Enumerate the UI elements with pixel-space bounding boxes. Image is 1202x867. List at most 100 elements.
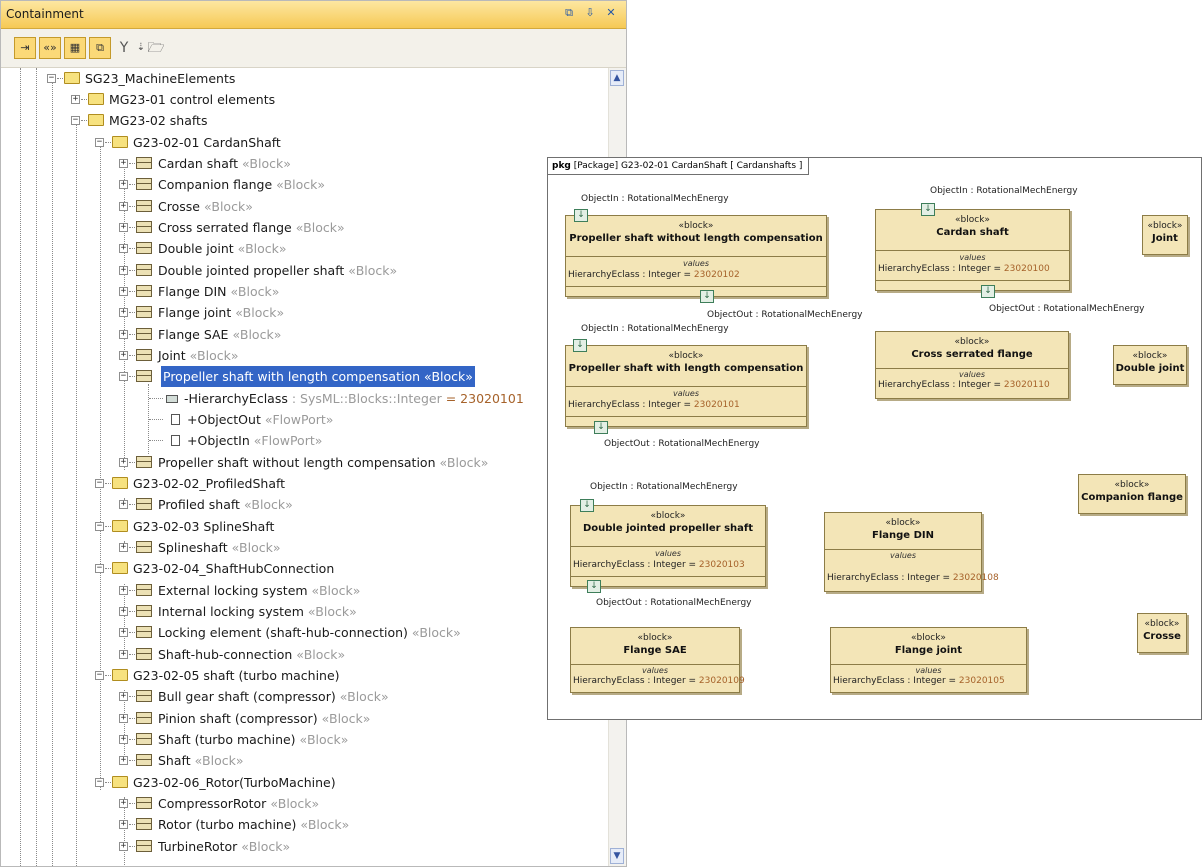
values-header: values <box>682 259 710 268</box>
expand-toggle-icon[interactable]: + <box>119 842 128 851</box>
tree-connector <box>129 718 135 719</box>
expand-toggle-icon[interactable]: + <box>119 244 128 253</box>
collapse-tree-icon[interactable]: «» <box>39 37 61 59</box>
scroll-down-icon[interactable]: ▼ <box>610 848 624 864</box>
expand-toggle-icon[interactable]: + <box>119 180 128 189</box>
port-label: ObjectIn : RotationalMechEnergy <box>590 482 738 492</box>
block-stereotype: «block» <box>1147 221 1183 231</box>
block-name: Companion flange <box>1081 492 1183 503</box>
block-flange-joint[interactable]: «block» Flange joint values HierarchyEcl… <box>830 627 1027 693</box>
collapse-toggle-icon[interactable]: − <box>95 479 104 488</box>
tree-guide-line <box>124 690 125 765</box>
browser-title-bar: Containment ⧉ ⇩ ✕ <box>1 1 626 29</box>
tree-label: Crosse <box>158 199 200 214</box>
value-property: HierarchyEclass : Integer = <box>573 676 699 686</box>
collapse-toggle-icon[interactable]: − <box>95 778 104 787</box>
tree-label: SG23_MachineElements <box>85 71 236 86</box>
pin-icon[interactable]: ⇩ <box>583 6 597 20</box>
block-flange-sae[interactable]: «block» Flange SAE values HierarchyEclas… <box>570 627 745 693</box>
value-property: HierarchyEclass : Integer = <box>878 380 1004 390</box>
block-definition-diagram[interactable]: pkg [Package] G23-02-01 CardanShaft [ Ca… <box>547 157 1202 720</box>
tree-connector <box>105 782 111 783</box>
expand-toggle-icon[interactable]: + <box>119 202 128 211</box>
flowport-in-icon[interactable]: ↓ <box>573 339 587 352</box>
tree-label: Bull gear shaft (compressor) <box>158 689 336 704</box>
collapse-toggle-icon[interactable]: − <box>95 564 104 573</box>
expand-toggle-icon[interactable]: + <box>119 500 128 509</box>
expand-toggle-icon[interactable]: + <box>119 799 128 808</box>
compartment-divider <box>566 386 806 387</box>
scroll-up-icon[interactable]: ▲ <box>610 70 624 86</box>
collapse-toggle-icon[interactable]: − <box>95 671 104 680</box>
value-number: 23020109 <box>698 676 745 686</box>
block-icon <box>136 221 152 233</box>
stereotype-label: «Block» <box>439 455 489 470</box>
expand-toggle-icon[interactable]: + <box>119 692 128 701</box>
flowport-out-icon[interactable]: ↓ <box>700 290 714 303</box>
open-folder-icon[interactable]: 🗁 <box>147 37 165 59</box>
collapse-toggle-icon[interactable]: − <box>47 74 56 83</box>
expand-toggle-icon[interactable]: + <box>119 330 128 339</box>
block-companion-flange[interactable]: «block» Companion flange <box>1078 474 1186 514</box>
expand-toggle-icon[interactable]: + <box>119 159 128 168</box>
collapse-toggle-icon[interactable]: − <box>119 372 128 381</box>
expand-toggle-icon[interactable]: + <box>119 223 128 232</box>
flowport-out-icon[interactable]: ↓ <box>981 285 995 298</box>
block-flange-din[interactable]: «block» Flange DIN values HierarchyEclas… <box>824 512 999 592</box>
undock-icon[interactable]: ⧉ <box>562 6 576 20</box>
block-cross-serrated-flange[interactable]: «block» Cross serrated flange values Hie… <box>875 331 1069 399</box>
expand-toggle-icon[interactable]: + <box>119 735 128 744</box>
default-value: = 23020101 <box>441 391 524 406</box>
flowport-in-icon[interactable]: ↓ <box>921 203 935 216</box>
tree-connector <box>105 142 111 143</box>
expand-toggle-icon[interactable]: + <box>119 287 128 296</box>
flowport-in-icon[interactable]: ↓ <box>580 499 594 512</box>
expand-toggle-icon[interactable]: + <box>119 714 128 723</box>
filter-icon[interactable]: Y <box>115 37 133 59</box>
collapse-toggle-icon[interactable]: − <box>71 116 80 125</box>
expand-toggle-icon[interactable]: + <box>119 351 128 360</box>
expand-toggle-icon[interactable]: + <box>119 543 128 552</box>
block-icon <box>136 178 152 190</box>
stereotype-label: «Block» <box>348 263 398 278</box>
expand-toggle-icon[interactable]: + <box>71 95 80 104</box>
block-propeller-without[interactable]: «block» Propeller shaft without length c… <box>565 215 827 297</box>
block-icon <box>136 328 152 340</box>
expand-toggle-icon[interactable]: + <box>119 266 128 275</box>
expand-toggle-icon[interactable]: + <box>119 308 128 317</box>
block-double-jointed-propeller-shaft[interactable]: «block» Double jointed propeller shaft v… <box>570 505 766 587</box>
show-diagrams-icon[interactable]: ⧉ <box>89 37 111 59</box>
expand-toggle-icon[interactable]: + <box>119 628 128 637</box>
expand-toggle-icon[interactable]: + <box>119 756 128 765</box>
block-joint[interactable]: «block» Joint <box>1142 215 1188 255</box>
values-header: values <box>958 370 986 379</box>
expand-toggle-icon[interactable]: + <box>119 820 128 829</box>
expand-tree-icon[interactable]: ⇥ <box>14 37 36 59</box>
expand-toggle-icon[interactable]: + <box>119 586 128 595</box>
block-propeller-with[interactable]: «block» Propeller shaft with length comp… <box>565 345 807 427</box>
flowport-out-icon[interactable]: ↓ <box>587 580 601 593</box>
tree-label: Pinion shaft (compressor) <box>158 711 318 726</box>
block-name: Cross serrated flange <box>911 349 1033 360</box>
tree-connector <box>129 248 135 249</box>
collapse-toggle-icon[interactable]: − <box>95 138 104 147</box>
expand-toggle-icon[interactable]: + <box>119 650 128 659</box>
compartment-divider <box>876 280 1069 281</box>
stereotype-label: «Block» <box>311 583 361 598</box>
show-elements-icon[interactable]: ▦ <box>64 37 86 59</box>
tree-connector <box>129 547 135 548</box>
flowport-in-icon[interactable]: ↓ <box>574 209 588 222</box>
expand-toggle-icon[interactable]: + <box>119 458 128 467</box>
flowport-out-icon[interactable]: ↓ <box>594 421 608 434</box>
stereotype-label: «Block» <box>307 604 357 619</box>
collapse-toggle-icon[interactable]: − <box>95 522 104 531</box>
package-icon <box>112 136 128 148</box>
block-cardan-shaft[interactable]: «block» Cardan shaft values HierarchyEcl… <box>875 209 1070 291</box>
close-icon[interactable]: ✕ <box>604 6 618 20</box>
block-double-joint[interactable]: «block» Double joint <box>1113 345 1187 385</box>
package-icon <box>88 114 104 126</box>
expand-toggle-icon[interactable]: + <box>119 607 128 616</box>
block-crosse[interactable]: «block» Crosse <box>1137 613 1187 653</box>
tree-connector <box>81 120 87 121</box>
stereotype-label: «Block» <box>232 327 282 342</box>
